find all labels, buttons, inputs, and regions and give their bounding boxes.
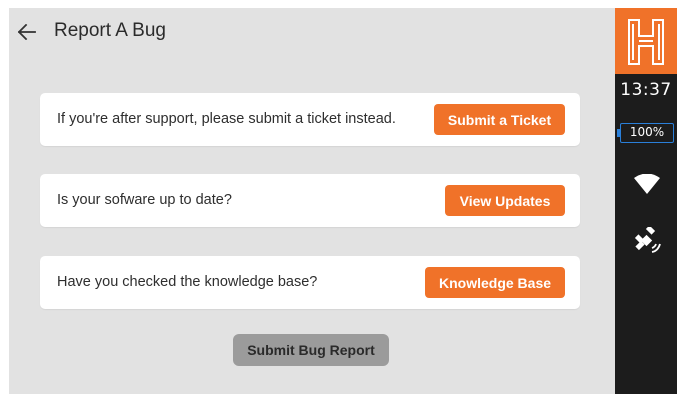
knowledge-message: Have you checked the knowledge base? xyxy=(57,274,318,290)
support-card: If you're after support, please submit a… xyxy=(40,93,580,146)
page-title: Report A Bug xyxy=(54,20,166,41)
submit-ticket-button[interactable]: Submit a Ticket xyxy=(434,104,565,135)
knowledge-base-button[interactable]: Knowledge Base xyxy=(425,267,565,298)
wifi-icon xyxy=(634,174,660,194)
updates-message: Is your sofware up to date? xyxy=(57,192,232,208)
header: Report A Bug xyxy=(9,8,615,58)
submit-bug-report-button[interactable]: Submit Bug Report xyxy=(233,334,389,366)
status-sidebar: 13:37 100% xyxy=(615,8,677,394)
satellite-icon xyxy=(634,227,661,253)
battery-indicator: 100% xyxy=(620,123,674,143)
arrow-left-icon xyxy=(18,24,36,40)
view-updates-button[interactable]: View Updates xyxy=(445,185,565,216)
knowledge-card: Have you checked the knowledge base? Kno… xyxy=(40,256,580,309)
h-logo-graphic xyxy=(628,19,664,65)
h-brand-logo-icon xyxy=(615,8,677,74)
back-button[interactable] xyxy=(13,18,41,46)
support-message: If you're after support, please submit a… xyxy=(57,111,396,127)
app-screen: Report A Bug If you're after support, pl… xyxy=(9,8,615,394)
clock: 13:37 xyxy=(620,80,672,100)
updates-card: Is your sofware up to date? View Updates xyxy=(40,174,580,227)
